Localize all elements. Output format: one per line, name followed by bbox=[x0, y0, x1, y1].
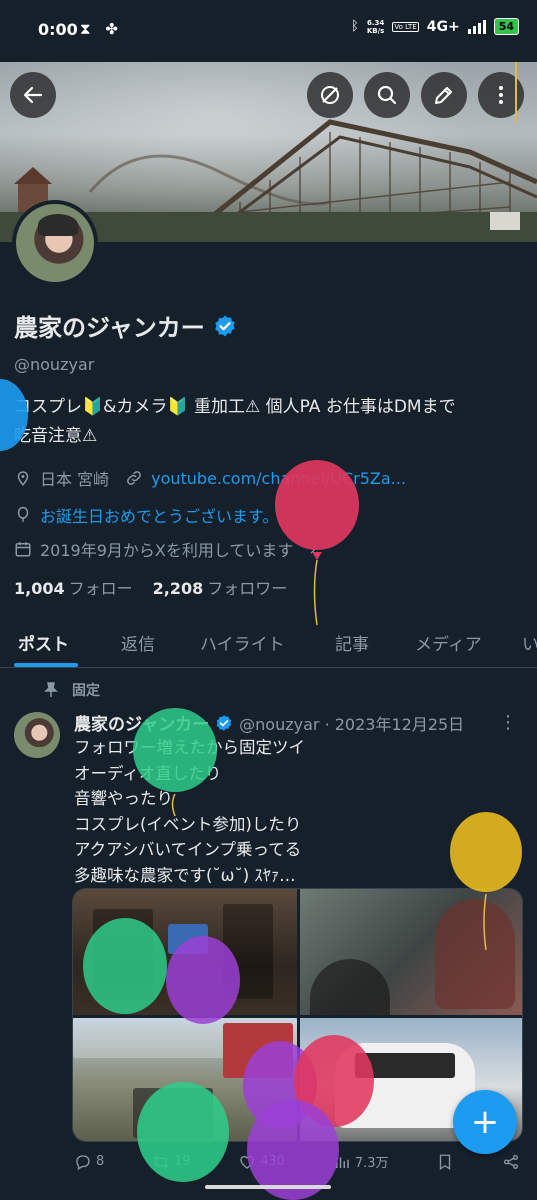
post-author[interactable]: 農家のジャンカー bbox=[74, 710, 209, 735]
repost-count: 19 bbox=[174, 1154, 191, 1169]
profile-handle: @nouzyar bbox=[14, 355, 95, 374]
profile-meta-location-link: 日本 宮崎 youtube.com/channel/UCr5Za... bbox=[14, 466, 406, 490]
repost-button[interactable]: 19 bbox=[152, 1152, 191, 1171]
followers-label: フォロワー bbox=[207, 579, 288, 598]
profile-name-row: 農家のジャンカー bbox=[14, 308, 237, 343]
views-button[interactable]: 7.3万 bbox=[333, 1152, 389, 1171]
status-left-icons: ⧗ ✤ bbox=[80, 20, 128, 38]
signal-icon bbox=[467, 19, 486, 34]
bookmark-button[interactable] bbox=[436, 1152, 454, 1171]
status-bar: 0:00 ⧗ ✤ ᛒ 6.34 KB/s Vo LTE 4G+ 54 bbox=[0, 0, 537, 62]
like-count: 430 bbox=[260, 1154, 286, 1169]
status-right: ᛒ 6.34 KB/s Vo LTE 4G+ 54 bbox=[351, 18, 519, 35]
battery-level: 54 bbox=[498, 20, 514, 33]
chevron-right-icon: › bbox=[309, 539, 316, 559]
back-button[interactable] bbox=[10, 72, 56, 118]
reply-button[interactable]: 8 bbox=[74, 1152, 104, 1171]
tab-articles[interactable]: 記事 bbox=[335, 620, 369, 668]
followers-link[interactable]: 2,208 フォロワー bbox=[153, 575, 288, 599]
more-options-button[interactable] bbox=[478, 72, 524, 118]
location-icon bbox=[17, 471, 29, 486]
plus-icon: + bbox=[470, 1102, 500, 1142]
post-avatar[interactable] bbox=[14, 712, 60, 758]
balloon-string bbox=[515, 62, 517, 122]
calendar-icon bbox=[15, 542, 31, 557]
no-notify-icon bbox=[321, 86, 339, 104]
post-actions: 8 19 430 7.3万 bbox=[74, 1152, 520, 1171]
share-icon bbox=[503, 1154, 518, 1169]
bio-line: コスプレ🔰&カメラ🔰 重加工⚠ 個人PA お仕事はDMまで bbox=[14, 397, 456, 417]
profile-avatar[interactable] bbox=[12, 200, 98, 286]
views-icon bbox=[335, 1157, 349, 1168]
pinwheel-icon: ✤ bbox=[105, 20, 118, 38]
verified-icon bbox=[216, 714, 232, 731]
repost-icon bbox=[154, 1155, 168, 1168]
tab-highlights[interactable]: ハイライト bbox=[200, 620, 285, 668]
reply-icon bbox=[76, 1154, 90, 1170]
battery-icon: 54 bbox=[493, 18, 519, 35]
pin-icon bbox=[44, 682, 58, 697]
pinned-label: 固定 bbox=[72, 683, 100, 699]
hourglass-icon: ⧗ bbox=[80, 20, 91, 38]
followers-count: 2,208 bbox=[152, 579, 204, 598]
media-image-event[interactable] bbox=[73, 1018, 297, 1141]
profile-meta-joined[interactable]: 2019年9月からXを利用しています › bbox=[14, 537, 316, 561]
network-type: 4G+ bbox=[426, 18, 460, 35]
birthday-message[interactable]: お誕生日おめでとうございます。 bbox=[40, 503, 278, 527]
media-image-audio[interactable] bbox=[73, 889, 297, 1015]
balloon-icon bbox=[17, 506, 29, 522]
profile-tabs: ポスト 返信 ハイライト 記事 メディア い bbox=[0, 620, 537, 668]
back-arrow-icon bbox=[23, 86, 43, 104]
profile-website-link[interactable]: youtube.com/channel/UCr5Za... bbox=[151, 469, 406, 488]
reply-count: 8 bbox=[96, 1154, 105, 1169]
pinned-indicator: 固定 bbox=[44, 680, 100, 700]
media-image-car-interior[interactable] bbox=[300, 889, 522, 1015]
active-tab-indicator bbox=[14, 663, 78, 667]
tab-media[interactable]: メディア bbox=[415, 620, 482, 668]
bio-line: 吃音注意⚠ bbox=[14, 426, 98, 446]
volte-badge: Vo LTE bbox=[392, 21, 419, 32]
edit-button[interactable] bbox=[421, 72, 467, 118]
bookmark-icon bbox=[440, 1154, 451, 1170]
joined-date: 2019年9月からXを利用しています bbox=[40, 541, 294, 560]
bluetooth-icon: ᛒ bbox=[351, 19, 359, 34]
link-icon bbox=[127, 471, 142, 485]
post-handle-date: @nouzyar · 2023年12月25日 bbox=[239, 714, 465, 734]
post-media-grid bbox=[72, 888, 523, 1142]
post-text: フォロワー増えたから固定ツイ オーディオ直したり 音響やったり コスプレ(イベン… bbox=[74, 738, 305, 885]
home-indicator[interactable] bbox=[205, 1185, 331, 1189]
following-label: フォロー bbox=[68, 579, 133, 598]
follow-stats: 1,004 フォロー 2,208 フォロワー bbox=[14, 575, 287, 599]
profile-meta-birthday: お誕生日おめでとうございます。 bbox=[14, 503, 278, 527]
share-button[interactable] bbox=[502, 1152, 520, 1171]
edit-icon bbox=[435, 87, 452, 104]
views-count: 7.3万 bbox=[354, 1156, 389, 1171]
verified-icon[interactable] bbox=[213, 314, 237, 338]
mute-notifications-button[interactable] bbox=[307, 72, 353, 118]
status-time: 0:00 bbox=[38, 20, 78, 39]
like-button[interactable]: 430 bbox=[238, 1152, 285, 1171]
following-link[interactable]: 1,004 フォロー bbox=[14, 575, 133, 599]
profile-bio: コスプレ🔰&カメラ🔰 重加工⚠ 個人PA お仕事はDMまで 吃音注意⚠ bbox=[14, 393, 524, 451]
speed-unit: KB/s bbox=[366, 26, 385, 35]
more-vertical-icon bbox=[499, 86, 503, 104]
profile-location: 日本 宮崎 bbox=[40, 470, 110, 489]
following-count: 1,004 bbox=[14, 579, 65, 598]
network-speed: 6.34 KB/s bbox=[367, 19, 384, 35]
speed-value: 6.34 bbox=[366, 18, 385, 27]
like-icon bbox=[240, 1155, 254, 1169]
search-icon bbox=[377, 85, 397, 105]
post-more-button[interactable]: ⋮ bbox=[499, 712, 517, 733]
tab-replies[interactable]: 返信 bbox=[121, 620, 155, 668]
post-header: 農家のジャンカー @nouzyar · 2023年12月25日 bbox=[74, 710, 465, 736]
search-button[interactable] bbox=[364, 72, 410, 118]
profile-name: 農家のジャンカー bbox=[14, 314, 205, 342]
compose-post-button[interactable]: + bbox=[453, 1090, 517, 1154]
tab-posts[interactable]: ポスト bbox=[18, 620, 69, 668]
more-vertical-icon: ⋮ bbox=[499, 712, 517, 733]
tab-likes[interactable]: い bbox=[522, 620, 537, 668]
